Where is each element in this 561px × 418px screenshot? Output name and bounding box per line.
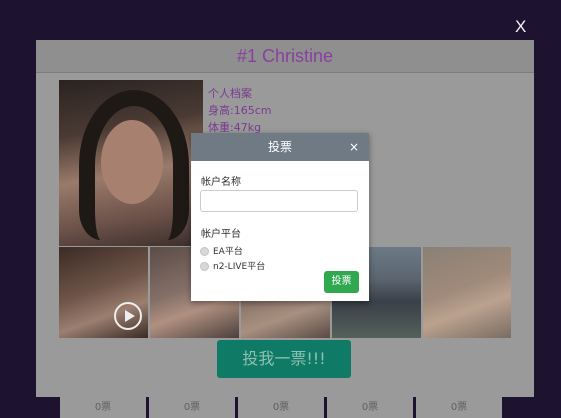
platform-option-label: n2-LIVE平台 — [213, 262, 266, 272]
vote-count: 0票 — [416, 397, 502, 418]
gallery-thumbnail[interactable] — [423, 247, 511, 338]
submit-vote-button[interactable]: 投票 — [324, 271, 359, 293]
vote-count: 0票 — [149, 397, 235, 418]
profile-heading: 个人档案 — [208, 87, 252, 100]
radio-icon[interactable] — [200, 247, 209, 256]
vote-count: 0票 — [238, 397, 324, 418]
contestant-main-photo — [59, 80, 203, 246]
platform-option-label: EA平台 — [213, 247, 243, 257]
profile-height: 身高:165cm — [208, 104, 272, 117]
account-name-label: 帐户名称 — [201, 177, 241, 188]
contestant-title: #1 Christine — [36, 40, 534, 73]
vote-dialog-header: 投票 × — [191, 133, 369, 161]
vote-for-me-button[interactable]: 投我一票!!! — [217, 340, 351, 378]
account-name-input[interactable] — [200, 190, 358, 212]
vote-dialog: 投票 × 帐户名称 帐户平台 EA平台 n2-LIVE平台 投票 — [191, 133, 369, 301]
radio-icon[interactable] — [200, 262, 209, 271]
vote-count: 0票 — [60, 397, 146, 418]
gallery-video-thumbnail[interactable] — [59, 247, 148, 338]
profile-details: 个人档案 身高:165cm 体重:47kg — [208, 85, 271, 136]
play-icon[interactable] — [114, 302, 142, 330]
close-icon[interactable]: × — [349, 133, 359, 161]
platform-option-ea[interactable]: EA平台 — [200, 244, 243, 257]
vote-count: 0票 — [327, 397, 413, 418]
overlay-close-button[interactable]: X — [515, 17, 526, 37]
account-platform-label: 帐户平台 — [201, 229, 241, 240]
vote-dialog-title: 投票 — [267, 140, 292, 154]
platform-option-n2-live[interactable]: n2-LIVE平台 — [200, 259, 265, 272]
